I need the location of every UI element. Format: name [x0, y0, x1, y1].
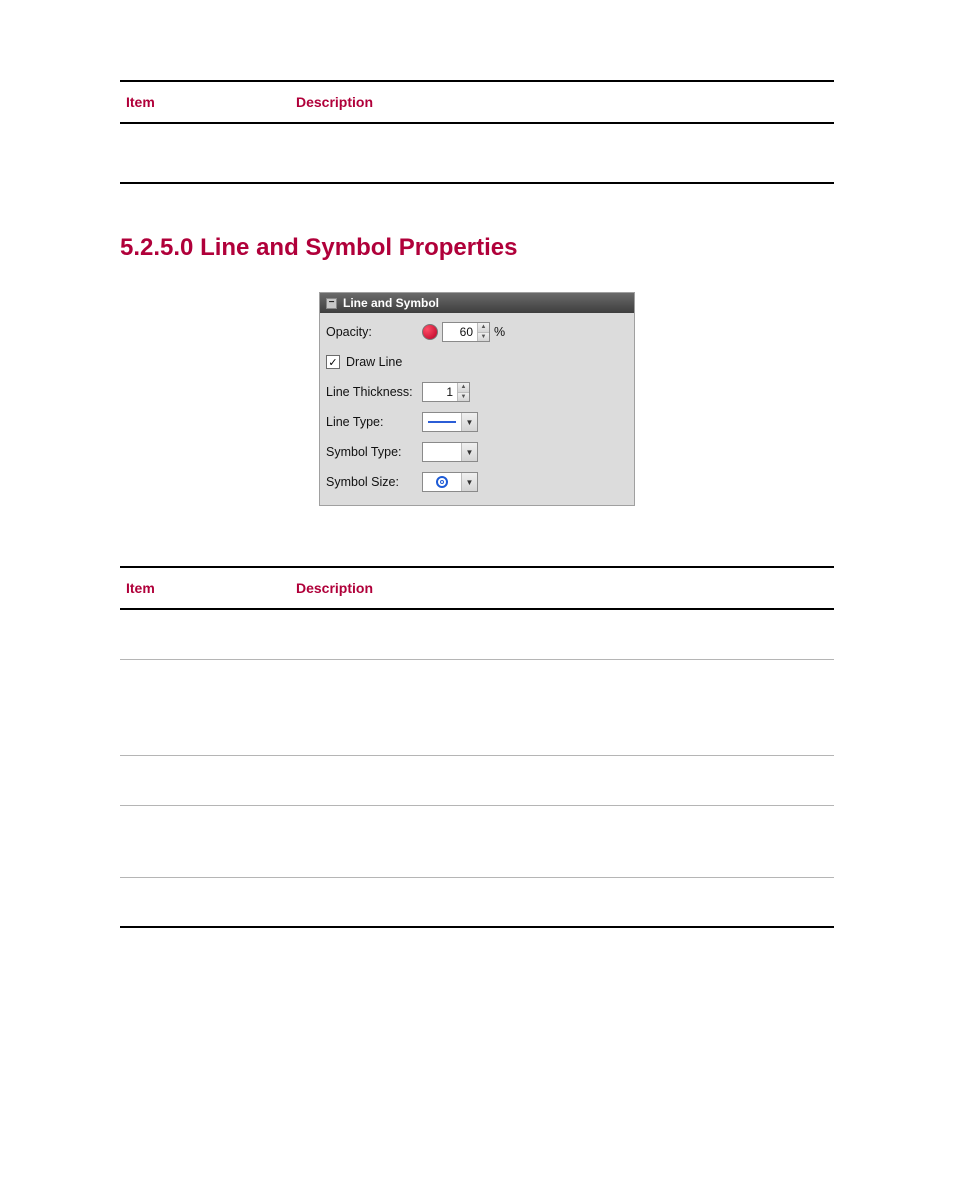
line-thickness-value[interactable]: 1 [423, 383, 457, 401]
chevron-down-icon[interactable]: ▼ [461, 473, 477, 491]
collapse-icon[interactable]: − [326, 298, 337, 309]
line-type-preview [423, 413, 461, 431]
symbol-type-dropdown[interactable]: ▼ [422, 442, 478, 462]
opacity-row: Opacity: 60 ▲ ▼ % [326, 317, 628, 347]
draw-line-label: Draw Line [346, 355, 402, 369]
spinner-down-icon[interactable]: ▼ [458, 392, 469, 402]
chevron-down-icon[interactable]: ▼ [461, 413, 477, 431]
opacity-value[interactable]: 60 [443, 323, 477, 341]
line-thickness-spinner[interactable]: ▲ ▼ [457, 383, 469, 401]
spinner-down-icon[interactable]: ▼ [478, 332, 489, 342]
line-and-symbol-panel: − Line and Symbol Opacity: 60 ▲ ▼ % ✓ [319, 292, 635, 506]
line-thickness-row: Line Thickness: 1 ▲ ▼ [326, 377, 628, 407]
panel-body: Opacity: 60 ▲ ▼ % ✓ Draw Line Line [320, 313, 634, 505]
col-header-description: Description [290, 567, 834, 609]
col-header-item: Item [120, 567, 290, 609]
symbol-sample-icon [436, 476, 448, 488]
panel-title: Line and Symbol [343, 296, 439, 310]
table-header-row: Item Description [120, 81, 834, 123]
opacity-spinner[interactable]: ▲ ▼ [477, 323, 489, 341]
col-header-description: Description [290, 81, 834, 123]
color-swatch-icon[interactable] [422, 324, 438, 340]
line-type-row: Line Type: ▼ [326, 407, 628, 437]
symbol-size-dropdown[interactable]: ▼ [422, 472, 478, 492]
table-row [120, 805, 834, 877]
spinner-up-icon[interactable]: ▲ [458, 383, 469, 392]
line-type-label: Line Type: [326, 415, 422, 429]
col-header-item: Item [120, 81, 290, 123]
top-table: Item Description [120, 80, 834, 184]
line-thickness-stepper[interactable]: 1 ▲ ▼ [422, 382, 470, 402]
symbol-size-label: Symbol Size: [326, 475, 422, 489]
line-type-dropdown[interactable]: ▼ [422, 412, 478, 432]
symbol-size-row: Symbol Size: ▼ [326, 467, 628, 497]
panel-title-bar[interactable]: − Line and Symbol [320, 293, 634, 313]
spinner-up-icon[interactable]: ▲ [478, 323, 489, 332]
opacity-stepper[interactable]: 60 ▲ ▼ [442, 322, 490, 342]
line-thickness-label: Line Thickness: [326, 385, 422, 399]
properties-description-table: Item Description [120, 566, 834, 928]
table-row [120, 755, 834, 805]
draw-line-row: ✓ Draw Line [326, 347, 628, 377]
section-heading: 5.2.5.0 Line and Symbol Properties [120, 234, 834, 262]
table-header-row: Item Description [120, 567, 834, 609]
symbol-type-label: Symbol Type: [326, 445, 422, 459]
opacity-label: Opacity: [326, 325, 422, 339]
symbol-type-preview [423, 443, 461, 461]
draw-line-checkbox[interactable]: ✓ [326, 355, 340, 369]
line-sample-icon [428, 421, 456, 423]
chevron-down-icon[interactable]: ▼ [461, 443, 477, 461]
check-icon: ✓ [328, 356, 337, 369]
table-row [120, 659, 834, 755]
opacity-unit: % [494, 325, 505, 339]
table-row [120, 123, 834, 183]
document-page: Item Description 5.2.5.0 Line and Symbol… [0, 0, 954, 928]
table-row [120, 609, 834, 659]
symbol-size-preview [423, 473, 461, 491]
symbol-type-row: Symbol Type: ▼ [326, 437, 628, 467]
table-row [120, 877, 834, 927]
